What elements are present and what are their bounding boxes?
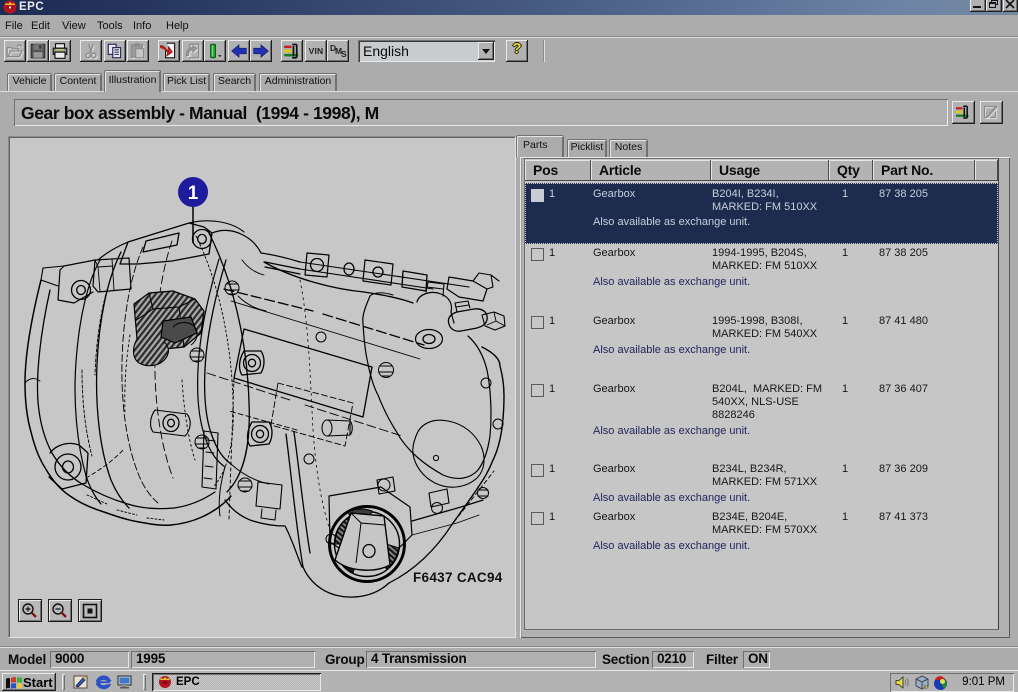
- svg-text:F6437 CAC94: F6437 CAC94: [413, 570, 503, 585]
